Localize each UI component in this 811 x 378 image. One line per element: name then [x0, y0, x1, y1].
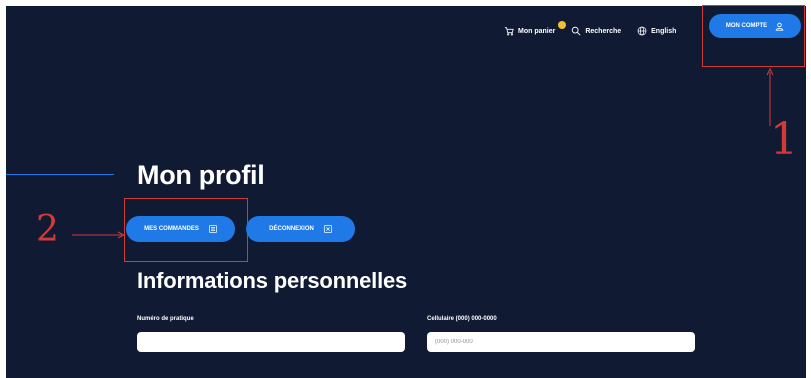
list-icon — [209, 225, 217, 233]
my-orders-label: MES COMMANDES — [144, 226, 199, 232]
globe-icon — [637, 26, 647, 36]
user-icon — [775, 22, 784, 31]
my-account-button[interactable]: MON COMPTE — [709, 14, 801, 38]
close-box-icon — [324, 225, 332, 233]
search-label: Recherche — [585, 27, 622, 35]
language-link[interactable]: English — [637, 26, 676, 36]
cart-label: Mon panier — [518, 27, 556, 35]
search-link[interactable]: Recherche — [571, 26, 621, 36]
cellphone-field[interactable] — [427, 332, 695, 352]
practice-number-field[interactable] — [137, 332, 405, 352]
my-account-label: MON COMPTE — [725, 23, 768, 29]
cart-link[interactable]: Mon panier — [504, 21, 566, 36]
cart-badge — [558, 21, 566, 29]
cart-icon — [504, 27, 514, 36]
cellphone-label: Cellulaire (000) 000-0000 — [427, 316, 497, 322]
section-title: Informations personnelles — [137, 268, 408, 293]
top-nav: Mon panier Recherche English — [504, 21, 676, 36]
my-orders-button[interactable]: MES COMMANDES — [126, 216, 235, 242]
search-icon — [572, 26, 581, 36]
accent-line — [6, 174, 114, 175]
app-window: Mon panier Recherche English MON COMPTE — [6, 6, 806, 378]
logout-label: DÉCONNEXION — [269, 226, 314, 232]
page-title: Mon profil — [137, 160, 265, 190]
practice-number-label: Numéro de pratique — [137, 316, 194, 322]
language-label: English — [651, 27, 677, 35]
logout-button[interactable]: DÉCONNEXION — [246, 216, 355, 242]
